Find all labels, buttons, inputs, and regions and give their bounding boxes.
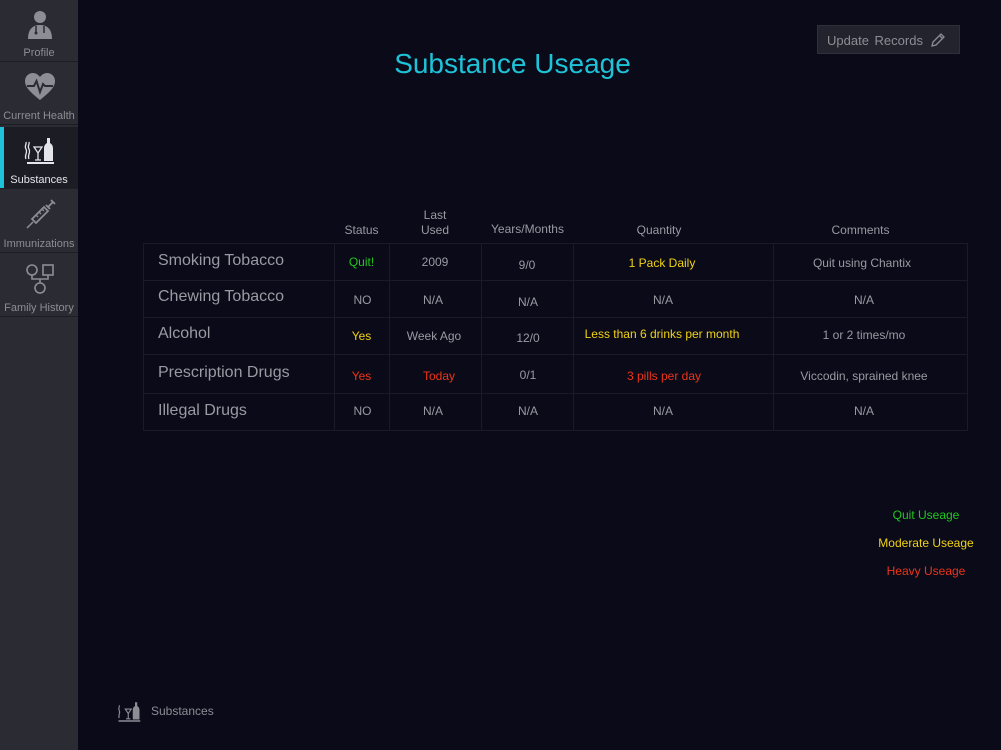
- column-header-status: Status: [344, 223, 379, 237]
- substances-icon: [24, 138, 54, 164]
- status-cell: NO: [353, 293, 372, 307]
- sidebar-item-profile[interactable]: Profile: [0, 0, 78, 62]
- years-months-cell: 0/1: [519, 368, 537, 382]
- row-divider: [143, 354, 968, 355]
- sidebar-item-family-history[interactable]: Family History: [0, 255, 78, 317]
- sidebar-item-immunizations[interactable]: Immunizations: [0, 191, 78, 253]
- comments-cell: N/A: [853, 293, 874, 307]
- years-months-cell: N/A: [517, 295, 538, 309]
- status-cell: NO: [353, 404, 372, 418]
- last-used-cell: N/A: [422, 293, 443, 307]
- status-cell: Quit!: [348, 255, 375, 269]
- heart-pulse-icon: [25, 73, 55, 100]
- quantity-cell: Less than 6 drinks per month: [584, 327, 740, 341]
- quantity-cell: 3 pills per day: [626, 369, 702, 383]
- legend-moderate-useage: Moderate Useage: [878, 536, 974, 550]
- sidebar-item-label: Family History: [4, 302, 74, 314]
- quantity-cell: N/A: [652, 293, 673, 307]
- status-cell: Yes: [351, 369, 372, 383]
- substance-name: Smoking Tobacco: [158, 252, 284, 269]
- row-divider: [143, 317, 968, 318]
- update-records-label: Update Records: [827, 33, 923, 48]
- years-months-cell: N/A: [517, 404, 538, 418]
- profile-icon: [28, 11, 52, 39]
- sidebar-item-substances[interactable]: Substances: [0, 127, 78, 189]
- sidebar-item-current-health[interactable]: Current Health: [0, 63, 78, 125]
- quantity-cell: 1 Pack Daily: [628, 256, 696, 270]
- years-months-cell: 12/0: [516, 331, 540, 345]
- comments-cell: N/A: [853, 404, 874, 418]
- column-header-comments: Comments: [831, 223, 890, 237]
- substance-name: Chewing Tobacco: [158, 288, 285, 305]
- substances-icon: [118, 702, 141, 722]
- column-header-quantity: Quantity: [636, 223, 682, 237]
- last-used-cell: Today: [422, 369, 456, 383]
- legend-quit-useage: Quit Useage: [892, 508, 960, 522]
- page-title: Substance Useage: [394, 48, 631, 79]
- sidebar-item-label: Profile: [23, 47, 55, 59]
- last-used-cell: N/A: [422, 404, 443, 418]
- row-divider: [143, 393, 968, 394]
- comments-cell: Viccodin, sprained knee: [800, 369, 928, 383]
- comments-cell: Quit using Chantix: [812, 256, 912, 270]
- sidebar-item-label: Substances: [10, 174, 68, 186]
- legend-heavy-useage: Heavy Useage: [886, 564, 966, 578]
- pencil-icon: [931, 33, 945, 47]
- substance-name: Alcohol: [158, 325, 211, 342]
- column-header-years-months: Years/Months: [491, 222, 564, 236]
- sidebar: Profile Current Health Substances Immuni…: [0, 0, 78, 750]
- column-header-last-used: Last Used: [420, 208, 449, 237]
- substance-name: Prescription Drugs: [158, 364, 290, 381]
- row-divider: [143, 280, 968, 281]
- syringe-icon: [26, 199, 56, 229]
- status-cell: Yes: [351, 329, 372, 343]
- last-used-cell: Week Ago: [406, 329, 462, 343]
- years-months-cell: 9/0: [518, 258, 536, 272]
- sidebar-item-label: Immunizations: [3, 238, 75, 250]
- family-tree-icon: [26, 264, 54, 294]
- quantity-cell: N/A: [652, 404, 673, 418]
- footer-section-label: Substances: [151, 704, 214, 718]
- comments-cell: 1 or 2 times/mo: [822, 328, 906, 342]
- substance-name: Illegal Drugs: [158, 402, 247, 419]
- last-used-cell: 2009: [421, 255, 449, 269]
- sidebar-item-label: Current Health: [3, 110, 75, 122]
- update-records-button[interactable]: Update Records: [817, 25, 960, 54]
